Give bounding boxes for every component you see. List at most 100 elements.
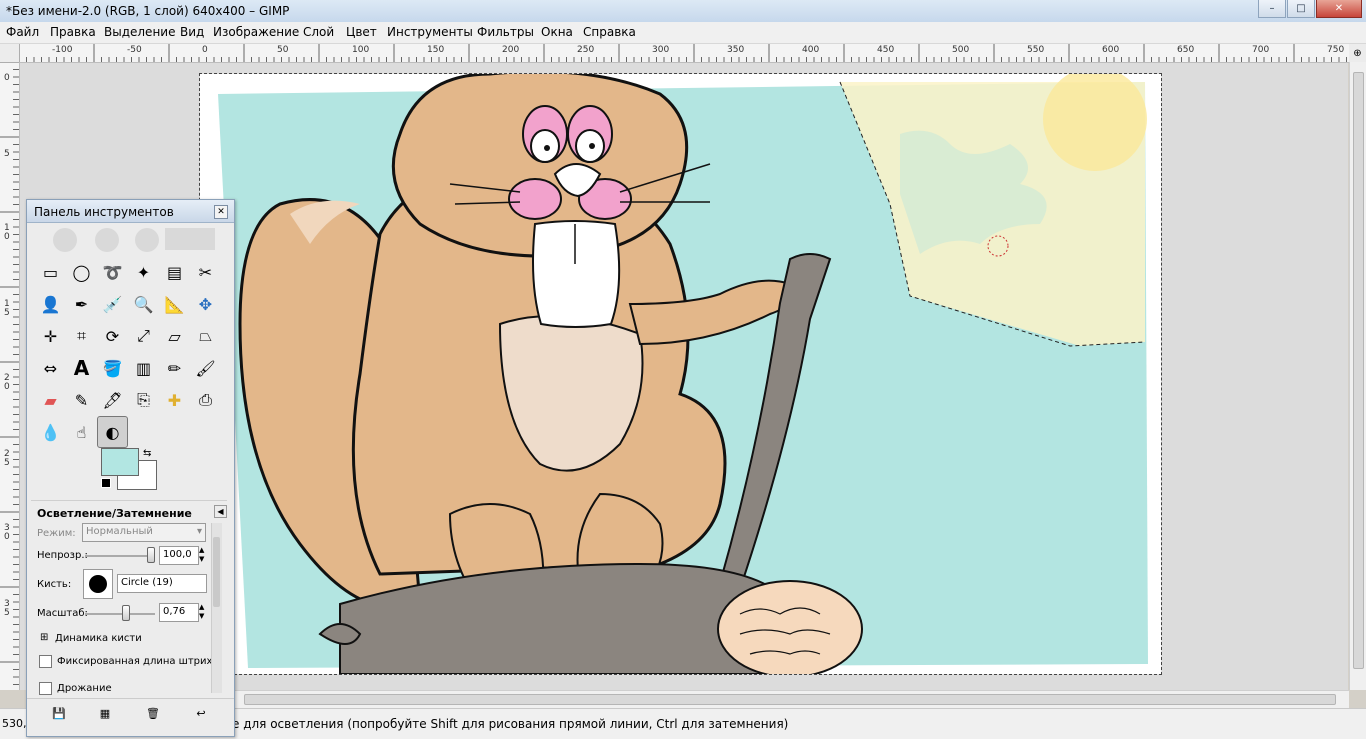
opacity-slider-thumb[interactable] xyxy=(147,547,155,563)
reset-options-icon[interactable]: ↩ xyxy=(193,705,209,721)
brush-name-field[interactable]: Circle (19) xyxy=(117,574,207,593)
options-scroll-thumb[interactable] xyxy=(213,537,220,607)
ruler-label: 400 xyxy=(802,45,820,55)
vertical-ruler[interactable]: 0 5 1 0 1 5 2 0 2 5 3 0 3 5 xyxy=(0,62,20,690)
menu-view[interactable]: Вид xyxy=(180,25,204,39)
menu-image[interactable]: Изображение xyxy=(213,25,299,39)
ruler-label: 200 xyxy=(502,45,520,55)
move-icon[interactable]: ✥ xyxy=(190,288,221,320)
jitter-checkbox[interactable] xyxy=(39,682,52,695)
foreground-color-swatch[interactable] xyxy=(101,448,139,476)
measure-icon[interactable]: 📐 xyxy=(159,288,190,320)
save-options-icon[interactable]: 💾 xyxy=(51,705,67,721)
expand-icon[interactable]: ⊞ xyxy=(40,632,48,643)
fuzzy-select-icon[interactable]: ✦ xyxy=(128,256,159,288)
color-area[interactable]: ⇆ xyxy=(101,448,157,492)
vertical-scrollbar[interactable] xyxy=(1349,62,1366,690)
airbrush-icon[interactable]: ✎ xyxy=(66,384,97,416)
dodge-burn-icon[interactable]: ◐ xyxy=(97,416,128,448)
ink-icon[interactable]: 🖋 xyxy=(97,384,128,416)
scale-slider[interactable] xyxy=(85,613,155,615)
smudge-icon[interactable]: ☝ xyxy=(66,416,97,448)
fixed-stroke-checkbox[interactable] xyxy=(39,655,52,668)
horizontal-scroll-thumb[interactable] xyxy=(244,694,1336,705)
align-icon[interactable]: ✛ xyxy=(35,320,66,352)
heal-icon[interactable]: ✚ xyxy=(159,384,190,416)
blend-icon[interactable]: ▥ xyxy=(128,352,159,384)
ruler-label: 50 xyxy=(277,45,289,55)
menu-filters[interactable]: Фильтры xyxy=(477,25,534,39)
color-select-icon[interactable]: ▤ xyxy=(159,256,190,288)
ruler-label: 1 5 xyxy=(4,299,10,318)
horizontal-ruler[interactable]: -100 -50 0 50 100 150 200 250 300 350 40… xyxy=(19,44,1349,63)
opacity-label: Непрозр.: xyxy=(37,550,88,561)
navigate-icon[interactable]: ⊕ xyxy=(1349,44,1366,63)
bucket-fill-icon[interactable]: 🪣 xyxy=(97,352,128,384)
perspective-clone-icon[interactable]: ⎙ xyxy=(190,384,221,416)
toolbox-title-bar[interactable]: Панель инструментов ✕ xyxy=(27,200,234,223)
rect-select-icon[interactable]: ▭ xyxy=(35,256,66,288)
zoom-icon[interactable]: 🔍 xyxy=(128,288,159,320)
menu-select[interactable]: Выделение xyxy=(104,25,175,39)
opacity-stepper[interactable]: ▲ ▼ xyxy=(199,546,207,565)
opacity-input[interactable]: 100,0 xyxy=(159,546,199,565)
color-picker-icon[interactable]: 💉 xyxy=(97,288,128,320)
crop-icon[interactable]: ⌗ xyxy=(66,320,97,352)
scale-slider-thumb[interactable] xyxy=(122,605,130,621)
default-colors-icon[interactable] xyxy=(101,478,111,488)
eraser-icon[interactable]: ▰ xyxy=(35,384,66,416)
tool-grid: ▭ ◯ ➰ ✦ ▤ ✂ 👤 ✒ 💉 🔍 📐 ✥ ✛ ⌗ ⟳ ⤢ ▱ ⏢ ⇔ A 🪣 ▥ ✏ 🖌 ▰ ✎ 🖋 ⎘ ✚ ⎙ 💧 ☝ ◐ xyxy=(35,256,221,448)
mode-select[interactable]: Нормальный ▾ xyxy=(82,523,206,542)
menu-layer[interactable]: Слой xyxy=(303,25,334,39)
close-icon[interactable]: ✕ xyxy=(214,205,228,219)
opacity-slider[interactable] xyxy=(85,555,155,557)
menu-help[interactable]: Справка xyxy=(583,25,636,39)
blur-icon[interactable]: 💧 xyxy=(35,416,66,448)
options-scrollbar[interactable] xyxy=(211,523,222,693)
paintbrush-icon[interactable]: 🖌 xyxy=(190,352,221,384)
minimize-button[interactable]: – xyxy=(1258,0,1286,18)
close-button[interactable]: ✕ xyxy=(1316,0,1362,18)
restore-options-icon[interactable]: ▦ xyxy=(97,705,113,721)
maximize-button[interactable]: □ xyxy=(1287,0,1315,18)
rotate-icon[interactable]: ⟳ xyxy=(97,320,128,352)
menu-color[interactable]: Цвет xyxy=(346,25,377,39)
free-select-icon[interactable]: ➰ xyxy=(97,256,128,288)
jitter-label: Дрожание xyxy=(57,683,112,694)
ruler-label: 750 xyxy=(1327,45,1345,55)
scale-icon[interactable]: ⤢ xyxy=(128,320,159,352)
ruler-corner[interactable] xyxy=(0,44,20,63)
tool-options: Осветление/Затемнение ◀ Режим: Нормальны… xyxy=(31,500,227,697)
text-icon[interactable]: A xyxy=(66,352,97,384)
perspective-icon[interactable]: ⏢ xyxy=(190,320,221,352)
flip-icon[interactable]: ⇔ xyxy=(35,352,66,384)
ruler-label: 3 5 xyxy=(4,599,10,618)
dynamics-label[interactable]: Динамика кисти xyxy=(55,633,142,644)
brush-preview[interactable] xyxy=(83,569,113,599)
scale-stepper[interactable]: ▲ ▼ xyxy=(199,603,207,622)
delete-options-icon[interactable]: 🗑 xyxy=(145,705,161,721)
tool-options-title: Осветление/Затемнение xyxy=(37,507,192,520)
paths-icon[interactable]: ✒ xyxy=(66,288,97,320)
ruler-label: -100 xyxy=(52,45,73,55)
ruler-label: 2 5 xyxy=(4,449,10,468)
menu-windows[interactable]: Окна xyxy=(541,25,573,39)
options-menu-icon[interactable]: ◀ xyxy=(214,505,227,518)
swap-colors-icon[interactable]: ⇆ xyxy=(143,448,151,459)
image-canvas[interactable] xyxy=(199,67,1162,678)
menu-file[interactable]: Файл xyxy=(6,25,39,39)
scissors-icon[interactable]: ✂ xyxy=(190,256,221,288)
ellipse-select-icon[interactable]: ◯ xyxy=(66,256,97,288)
beaver-drawing[interactable] xyxy=(200,67,1161,678)
menu-tools[interactable]: Инструменты xyxy=(387,25,473,39)
scale-input[interactable]: 0,76 xyxy=(159,603,199,622)
horizontal-scrollbar[interactable] xyxy=(234,690,1349,708)
clone-icon[interactable]: ⎘ xyxy=(128,384,159,416)
menu-edit[interactable]: Правка xyxy=(50,25,96,39)
shear-icon[interactable]: ▱ xyxy=(159,320,190,352)
foreground-select-icon[interactable]: 👤 xyxy=(35,288,66,320)
pencil-icon[interactable]: ✏ xyxy=(159,352,190,384)
vertical-scroll-thumb[interactable] xyxy=(1353,72,1364,669)
brush-label: Кисть: xyxy=(37,579,72,590)
toolbox-panel[interactable]: Панель инструментов ✕ ▭ ◯ ➰ ✦ ▤ ✂ 👤 ✒ 💉 🔍 📐 ✥ ✛ ⌗ ⟳ ⤢ ▱ ⏢… xyxy=(26,199,235,737)
